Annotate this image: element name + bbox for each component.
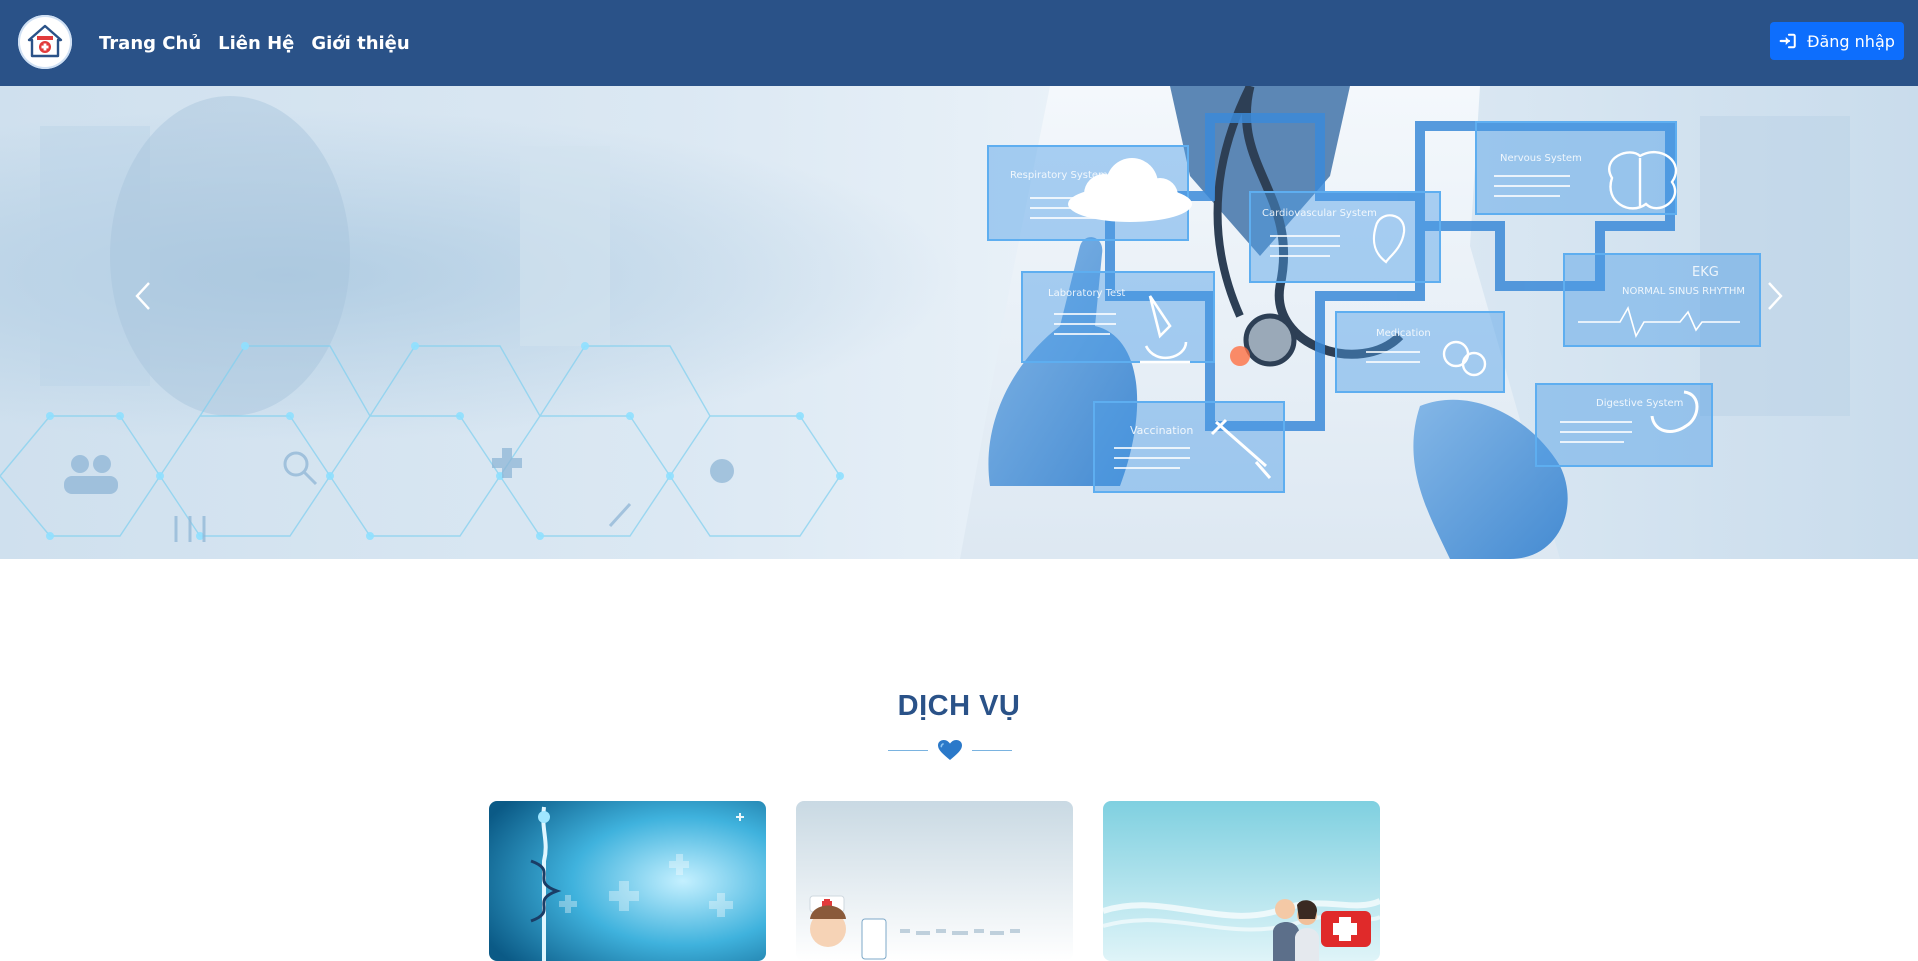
panel-ekg-sub-label: NORMAL SINUS RHYTHM	[1622, 286, 1745, 297]
panel-nervous-label: Nervous System	[1500, 153, 1582, 164]
nav-about-link[interactable]: Giới thiệu	[311, 33, 409, 54]
site-logo[interactable]	[18, 15, 72, 69]
panel-vaccination-label: Vaccination	[1130, 424, 1193, 437]
carousel-next-button[interactable]	[1745, 266, 1805, 326]
services-title: DỊCH VỤ	[897, 690, 1021, 722]
panel-digestive-label: Digestive System	[1596, 398, 1683, 409]
medical-caduceus-image	[489, 801, 766, 961]
hero-medical-image: Respiratory System Cardiovascular System…	[0, 86, 1918, 559]
doctors-firstaid-image	[1103, 801, 1380, 961]
top-navbar: Trang Chủ Liên Hệ Giới thiệu Đăng nhập	[0, 0, 1918, 86]
chevron-right-icon	[1768, 282, 1783, 310]
divider-line-right	[972, 749, 1012, 751]
hero-carousel: Respiratory System Cardiovascular System…	[0, 86, 1918, 559]
carousel-prev-button[interactable]	[113, 266, 173, 326]
panel-cardio-label: Cardiovascular System	[1262, 208, 1377, 219]
nurse-image	[796, 801, 1073, 961]
login-button[interactable]: Đăng nhập	[1770, 22, 1904, 60]
section-divider	[888, 738, 1012, 762]
nav-home-link[interactable]: Trang Chủ	[99, 33, 201, 54]
blue-heart-icon	[938, 740, 962, 760]
services-cards	[489, 801, 1380, 961]
hospital-home-logo-icon	[27, 24, 63, 58]
sign-in-icon	[1779, 33, 1796, 49]
panel-lab-label: Laboratory Test	[1048, 288, 1125, 299]
service-card-2[interactable]	[796, 801, 1073, 961]
divider-line-left	[888, 749, 928, 751]
nav-contact-link[interactable]: Liên Hệ	[218, 33, 294, 54]
service-card-3[interactable]	[1103, 801, 1380, 961]
nav-menu: Trang Chủ Liên Hệ Giới thiệu	[99, 0, 410, 86]
chevron-left-icon	[135, 282, 150, 310]
login-label: Đăng nhập	[1807, 31, 1895, 51]
panel-medication-label: Medication	[1376, 328, 1431, 339]
service-card-1[interactable]	[489, 801, 766, 961]
panel-ekg-label: EKG	[1692, 265, 1719, 280]
